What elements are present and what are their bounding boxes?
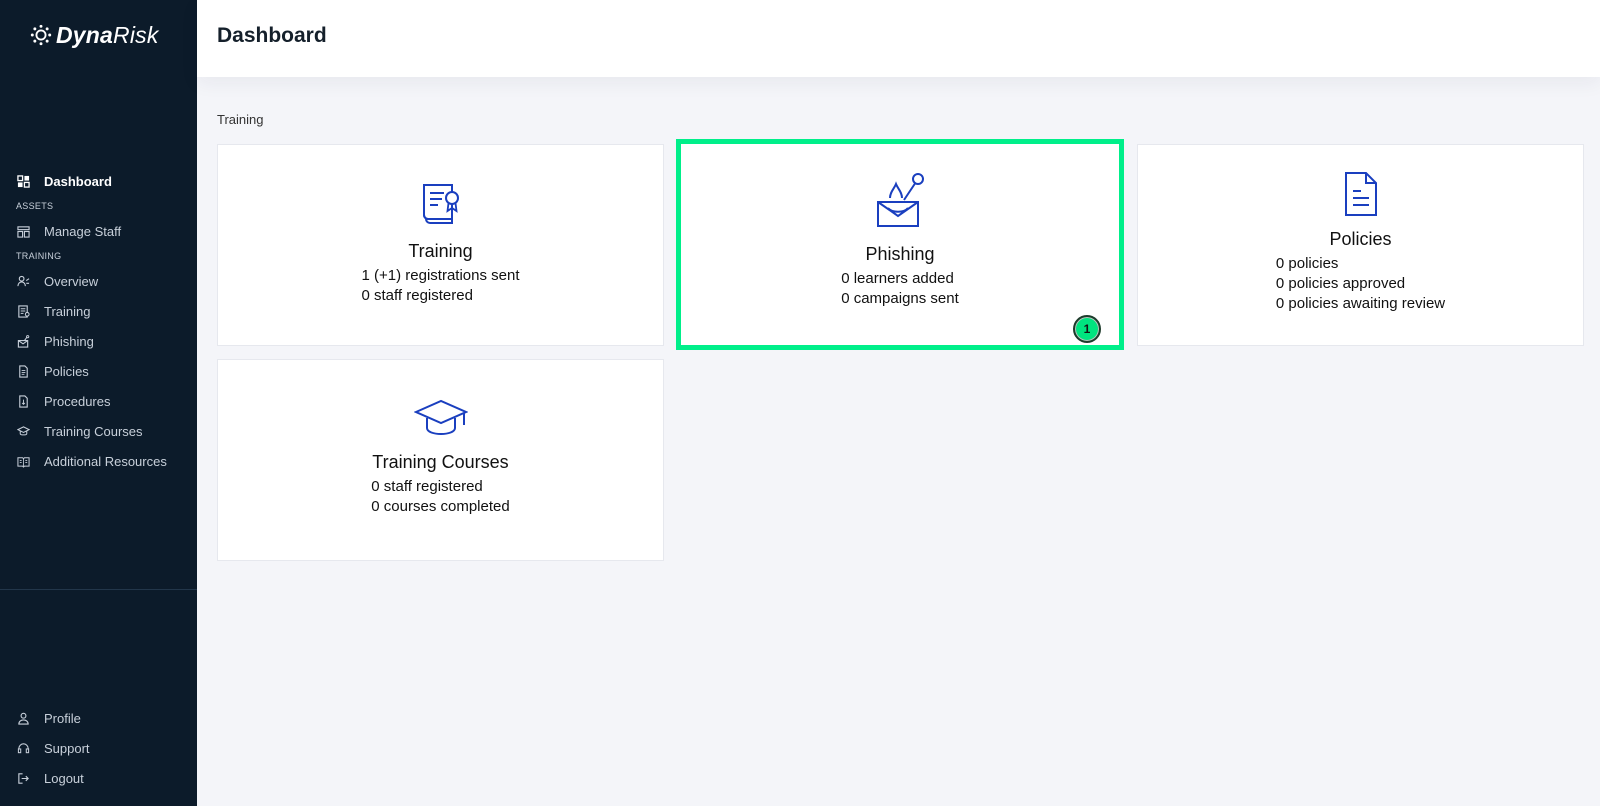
sidebar-item-label: Training Courses	[44, 423, 143, 439]
sidebar-item-overview[interactable]: Overview	[0, 266, 197, 296]
users-icon	[16, 274, 30, 288]
sidebar-item-dashboard[interactable]: Dashboard	[0, 166, 197, 196]
book-icon	[16, 454, 30, 468]
card-stat-line: 0 staff registered	[371, 478, 483, 495]
card-title: Phishing	[865, 244, 935, 264]
sidebar-bottom-nav: Profile Support Logout	[0, 703, 197, 793]
card-stats: 0 staff registered 0 courses completed	[371, 477, 509, 517]
procedure-icon	[16, 394, 30, 408]
logo-gear-icon	[30, 24, 52, 46]
step-badge: 1	[1073, 315, 1101, 343]
sidebar-item-label: Policies	[44, 363, 89, 379]
certificate-small-icon	[16, 304, 30, 318]
card-title: Training	[408, 241, 473, 261]
sidebar-item-manage-staff[interactable]: Manage Staff	[0, 216, 197, 246]
sidebar-item-support[interactable]: Support	[0, 733, 197, 763]
document-small-icon	[16, 364, 30, 378]
sidebar: DynaRisk Dashboard ASSETS Manage Staff T…	[0, 0, 197, 806]
sidebar-item-logout[interactable]: Logout	[0, 763, 197, 793]
sidebar-nav: Dashboard ASSETS Manage Staff TRAINING O…	[0, 166, 197, 476]
sidebar-item-label: Training	[44, 303, 91, 319]
sidebar-item-label: Dashboard	[44, 173, 112, 189]
card-stats: 0 policies 0 policies approved 0 policie…	[1276, 254, 1445, 314]
phishing-small-icon	[16, 334, 30, 348]
sidebar-item-label: Phishing	[44, 333, 94, 349]
sidebar-item-label: Support	[44, 740, 90, 756]
page-title: Dashboard	[217, 24, 327, 47]
document-icon	[1342, 171, 1380, 217]
logo-text: DynaRisk	[56, 21, 159, 48]
card-stat-line: 0 policies approved	[1275, 275, 1406, 292]
card-title: Training Courses	[372, 452, 509, 472]
card-stat-line: 0 campaigns sent	[841, 290, 959, 307]
card-stats: 1 (+1) registrations sent 0 staff regist…	[362, 266, 520, 306]
card-stat-line: 0 learners added	[841, 270, 954, 287]
sidebar-item-label: Procedures	[44, 393, 111, 409]
sidebar-item-profile[interactable]: Profile	[0, 703, 197, 733]
card-stat-line: 0 courses completed	[371, 498, 510, 515]
section-label: Training	[217, 112, 264, 127]
headset-icon	[16, 741, 30, 755]
sidebar-item-phishing[interactable]: Phishing	[0, 326, 197, 356]
sidebar-item-label: Manage Staff	[44, 223, 122, 239]
sidebar-section-assets: ASSETS	[16, 201, 54, 211]
sidebar-item-label: Overview	[44, 273, 99, 289]
card-training[interactable]: Training 1 (+1) registrations sent 0 sta…	[217, 144, 664, 346]
sidebar-item-label: Additional Resources	[44, 453, 167, 469]
card-stats: 0 learners added 0 campaigns sent	[841, 269, 959, 309]
sidebar-item-additional-resources[interactable]: Additional Resources	[0, 446, 197, 476]
card-stat-line: 0 policies	[1275, 255, 1339, 272]
card-policies[interactable]: Policies 0 policies 0 policies approved …	[1137, 144, 1584, 346]
dashboard-icon	[16, 174, 30, 188]
card-stat-line: 0 policies awaiting review	[1275, 295, 1446, 312]
user-icon	[16, 711, 30, 725]
sidebar-section-training: TRAINING	[16, 251, 62, 261]
logout-icon	[16, 771, 30, 785]
sidebar-item-policies[interactable]: Policies	[0, 356, 197, 386]
sidebar-item-training-courses[interactable]: Training Courses	[0, 416, 197, 446]
sidebar-item-training[interactable]: Training	[0, 296, 197, 326]
sidebar-item-procedures[interactable]: Procedures	[0, 386, 197, 416]
staff-icon	[16, 224, 30, 238]
dynarisk-logo[interactable]: DynaRisk	[30, 20, 159, 50]
sidebar-divider	[0, 589, 197, 590]
card-training-courses[interactable]: Training Courses 0 staff registered 0 co…	[217, 359, 664, 561]
certificate-icon	[420, 181, 462, 227]
sidebar-item-label: Logout	[44, 770, 84, 786]
graduation-cap-small-icon	[16, 424, 30, 438]
sidebar-item-label: Profile	[44, 710, 81, 726]
card-title: Policies	[1329, 229, 1392, 249]
card-stat-line: 0 staff registered	[361, 287, 473, 304]
card-phishing[interactable]: Phishing 0 learners added 0 campaigns se…	[676, 139, 1124, 350]
phishing-hook-icon	[874, 172, 926, 230]
card-stat-line: 1 (+1) registrations sent	[361, 267, 520, 284]
graduation-cap-icon	[413, 398, 468, 438]
page-header: Dashboard	[197, 0, 1600, 77]
